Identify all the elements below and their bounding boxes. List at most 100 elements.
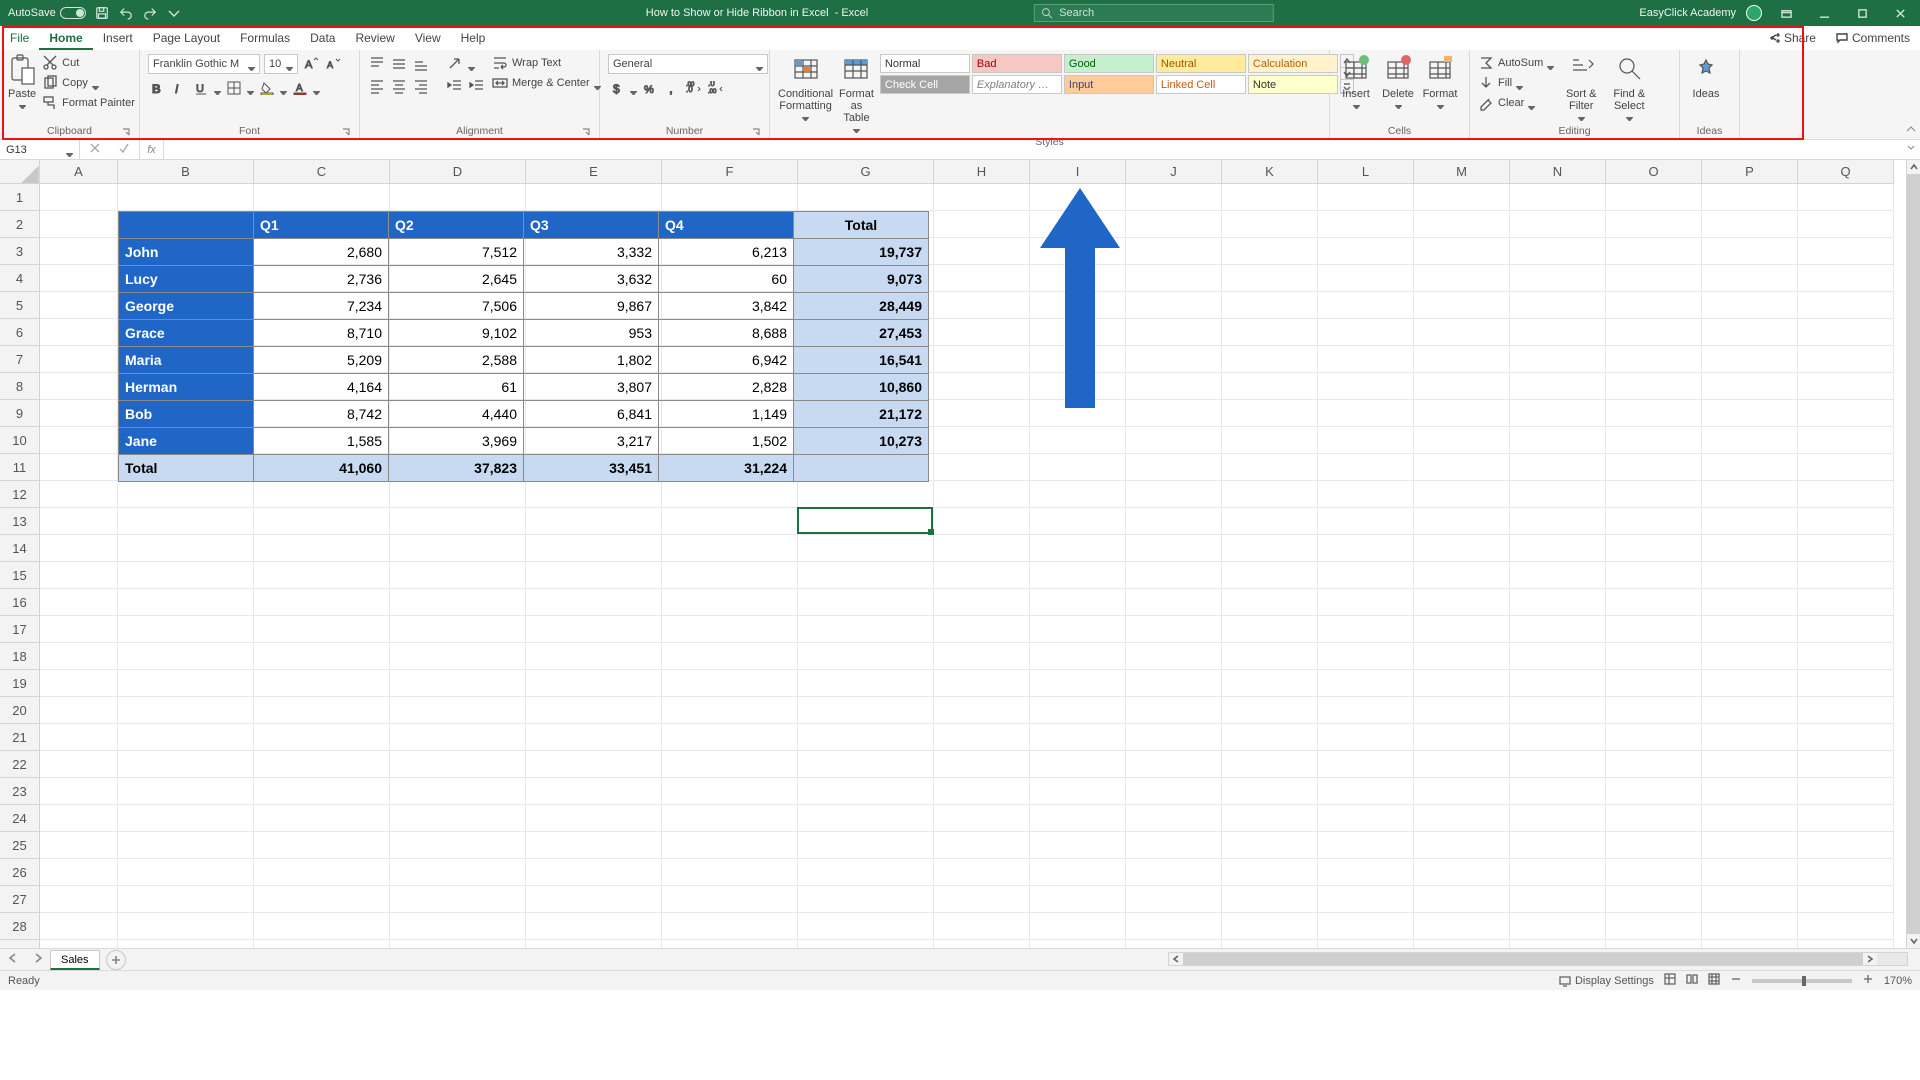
row-header[interactable]: 19	[0, 670, 40, 697]
cell[interactable]	[1702, 211, 1798, 238]
cell[interactable]	[40, 481, 118, 508]
data-cell[interactable]: 7,234	[254, 293, 389, 320]
align-center-icon[interactable]	[390, 77, 408, 95]
sheet-tab-sales[interactable]: Sales	[50, 950, 100, 970]
cell[interactable]	[390, 751, 526, 778]
cell[interactable]	[662, 535, 798, 562]
cell[interactable]	[390, 562, 526, 589]
comments-button[interactable]: Comments	[1826, 31, 1920, 45]
row-header[interactable]: 23	[0, 778, 40, 805]
cell[interactable]	[1126, 940, 1222, 948]
number-launcher-icon[interactable]	[751, 127, 761, 137]
cell[interactable]	[1126, 643, 1222, 670]
zoom-level[interactable]: 170%	[1884, 975, 1912, 987]
cell[interactable]	[118, 670, 254, 697]
cell[interactable]	[526, 913, 662, 940]
cell[interactable]	[1702, 778, 1798, 805]
cell[interactable]	[118, 913, 254, 940]
qat-customize-icon[interactable]	[166, 5, 182, 21]
cell[interactable]	[1222, 292, 1318, 319]
cell[interactable]	[1606, 751, 1702, 778]
cell[interactable]	[1702, 535, 1798, 562]
data-cell[interactable]: 4,440	[389, 401, 524, 428]
cell[interactable]	[1414, 400, 1510, 427]
align-bottom-icon[interactable]	[412, 55, 430, 73]
data-cell[interactable]: 33,451	[524, 455, 659, 482]
cell[interactable]	[1414, 427, 1510, 454]
data-cell[interactable]: 60	[659, 266, 794, 293]
cell[interactable]	[1126, 238, 1222, 265]
cell[interactable]	[254, 778, 390, 805]
cell[interactable]	[1510, 589, 1606, 616]
ribbon-display-options-icon[interactable]	[1772, 3, 1800, 23]
cell[interactable]	[1702, 913, 1798, 940]
cell[interactable]	[1510, 805, 1606, 832]
tab-help[interactable]: Help	[451, 26, 496, 50]
cell[interactable]	[1702, 238, 1798, 265]
cell[interactable]	[1318, 400, 1414, 427]
autosave-toggle[interactable]: AutoSave	[8, 7, 86, 19]
cell[interactable]	[1702, 751, 1798, 778]
cell[interactable]	[934, 778, 1030, 805]
cell[interactable]	[1318, 292, 1414, 319]
cell[interactable]	[798, 643, 934, 670]
cell[interactable]	[1606, 859, 1702, 886]
data-cell[interactable]: 2,645	[389, 266, 524, 293]
cell[interactable]	[390, 589, 526, 616]
cell[interactable]	[1318, 832, 1414, 859]
cell[interactable]	[662, 805, 798, 832]
cell[interactable]	[254, 697, 390, 724]
cell[interactable]	[1510, 346, 1606, 373]
cell[interactable]	[662, 913, 798, 940]
cell[interactable]	[1510, 913, 1606, 940]
cell[interactable]	[526, 751, 662, 778]
account-name[interactable]: EasyClick Academy	[1639, 7, 1736, 19]
cell[interactable]	[118, 778, 254, 805]
cell[interactable]	[934, 292, 1030, 319]
cell-style-normal[interactable]: Normal	[880, 54, 970, 73]
cell[interactable]	[1606, 805, 1702, 832]
cell[interactable]	[1222, 670, 1318, 697]
cell[interactable]	[1126, 481, 1222, 508]
data-cell[interactable]: Grace	[119, 320, 254, 347]
cell[interactable]	[1414, 913, 1510, 940]
column-header[interactable]: B	[118, 160, 254, 184]
data-cell[interactable]: Q4	[659, 212, 794, 239]
cell-style-bad[interactable]: Bad	[972, 54, 1062, 73]
cell[interactable]	[1222, 454, 1318, 481]
row-header[interactable]: 29	[0, 940, 40, 948]
cell[interactable]	[1606, 454, 1702, 481]
cell[interactable]	[40, 427, 118, 454]
cell[interactable]	[1222, 886, 1318, 913]
cell[interactable]	[798, 616, 934, 643]
cell[interactable]	[1510, 373, 1606, 400]
cell[interactable]	[1318, 184, 1414, 211]
cell[interactable]	[1702, 670, 1798, 697]
column-header[interactable]: L	[1318, 160, 1414, 184]
cell[interactable]	[1126, 562, 1222, 589]
cell[interactable]	[1318, 238, 1414, 265]
paste-button[interactable]: Paste	[8, 54, 36, 112]
cell[interactable]	[1510, 562, 1606, 589]
cell[interactable]	[390, 805, 526, 832]
data-cell[interactable]: John	[119, 239, 254, 266]
row-header[interactable]: 14	[0, 535, 40, 562]
cell[interactable]	[118, 562, 254, 589]
cell[interactable]	[1030, 697, 1126, 724]
data-cell[interactable]: 8,742	[254, 401, 389, 428]
cell[interactable]	[1126, 184, 1222, 211]
cell[interactable]	[934, 400, 1030, 427]
cell[interactable]	[1606, 913, 1702, 940]
cell[interactable]	[1318, 481, 1414, 508]
column-header[interactable]: Q	[1798, 160, 1894, 184]
cell[interactable]	[526, 481, 662, 508]
column-header[interactable]: D	[390, 160, 526, 184]
cell[interactable]	[662, 697, 798, 724]
percent-format-icon[interactable]: %	[641, 79, 659, 97]
cell[interactable]	[1414, 751, 1510, 778]
cell[interactable]	[118, 832, 254, 859]
cell[interactable]	[526, 724, 662, 751]
cell[interactable]	[934, 913, 1030, 940]
cell[interactable]	[1030, 562, 1126, 589]
data-cell[interactable]: 2,588	[389, 347, 524, 374]
